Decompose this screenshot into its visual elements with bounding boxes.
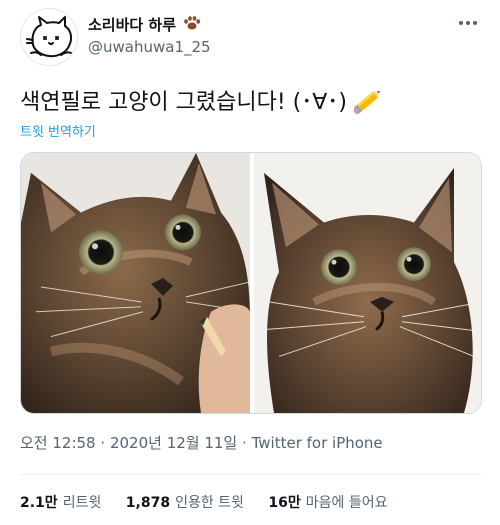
cat-photo-finished-drawing[interactable] bbox=[254, 153, 481, 413]
cat-avatar-icon bbox=[26, 16, 73, 58]
tweet-text: 색연필로 고양이 그렸습니다! (･∀･) bbox=[20, 86, 384, 118]
meta-separator: · bbox=[100, 434, 106, 452]
more-options-icon[interactable] bbox=[456, 14, 480, 32]
cat-drawing-finished-image bbox=[254, 153, 481, 413]
tweet-header: 소리바다 하루 @uwahuwa1_25 bbox=[20, 8, 480, 68]
quote-tweets-stat[interactable]: 1,878 인용한 트윗 bbox=[126, 492, 244, 512]
tweet-date: 2020년 12월 11일 bbox=[109, 434, 238, 452]
meta-separator: · bbox=[242, 434, 247, 452]
divider bbox=[20, 474, 482, 475]
likes-label: 마음에 들어요 bbox=[305, 495, 388, 511]
retweets-label: 리트윗 bbox=[62, 495, 102, 511]
tweet-timestamp[interactable]: 오전 12:58 · 2020년 12월 11일 · Twitter for i… bbox=[20, 432, 383, 453]
paw-print-icon bbox=[184, 16, 201, 30]
pencil-emoji-icon bbox=[353, 91, 380, 114]
avatar[interactable] bbox=[20, 8, 78, 66]
translate-tweet-link[interactable]: 트윗 번역하기 bbox=[20, 121, 96, 140]
tweet-media[interactable] bbox=[20, 152, 482, 414]
display-name-text: 소리바다 하루 bbox=[88, 16, 177, 34]
tweet-text-body: 색연필로 고양이 그렸습니다! (･∀･) bbox=[20, 90, 347, 115]
tweet-source: Twitter for iPhone bbox=[251, 434, 383, 452]
likes-stat[interactable]: 16만 마음에 들어요 bbox=[268, 492, 387, 512]
tweet-stats: 2.1만 리트윗 1,878 인용한 트윗 16만 마음에 들어요 bbox=[20, 492, 408, 512]
likes-count: 16만 bbox=[268, 495, 301, 511]
quote-tweets-label: 인용한 트윗 bbox=[175, 495, 244, 511]
tweet-time: 오전 12:58 bbox=[20, 434, 96, 452]
retweets-stat[interactable]: 2.1만 리트윗 bbox=[20, 492, 101, 512]
quote-tweets-count: 1,878 bbox=[125, 495, 171, 511]
cat-drawing-in-progress-image bbox=[21, 153, 250, 413]
cat-photo-being-drawn[interactable] bbox=[21, 153, 250, 413]
retweets-count: 2.1만 bbox=[20, 495, 58, 511]
user-handle[interactable]: @uwahuwa1_25 bbox=[88, 38, 211, 56]
display-name[interactable]: 소리바다 하루 bbox=[88, 14, 201, 35]
